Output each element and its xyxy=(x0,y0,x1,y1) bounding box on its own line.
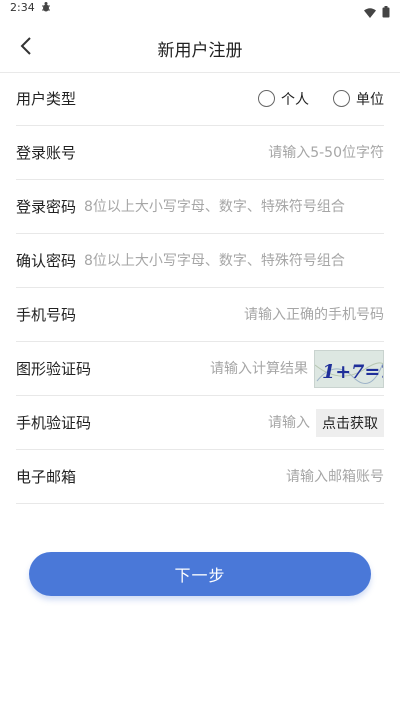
app-header: 新用户注册 xyxy=(0,18,400,73)
email-row: 电子邮箱 xyxy=(16,450,384,504)
radio-organization[interactable]: 单位 xyxy=(333,89,384,109)
email-input[interactable] xyxy=(76,458,384,495)
captcha-image[interactable]: 1+7=? xyxy=(314,349,384,388)
captcha-label: 图形验证码 xyxy=(16,360,92,378)
sms-code-input[interactable] xyxy=(91,404,310,441)
status-bar: 2:34 xyxy=(0,0,400,18)
confirm-password-input[interactable] xyxy=(84,242,384,279)
confirm-password-label: 确认密码 xyxy=(16,252,77,270)
radio-personal-label: 个人 xyxy=(281,91,309,108)
radio-personal[interactable]: 个人 xyxy=(258,89,309,109)
radio-circle-icon xyxy=(258,90,275,107)
phone-row: 手机号码 xyxy=(16,288,384,342)
captcha-row: 图形验证码 1+7=? xyxy=(16,342,384,396)
account-label: 登录账号 xyxy=(16,144,77,162)
phone-label: 手机号码 xyxy=(16,306,77,324)
user-type-row: 用户类型 个人 单位 xyxy=(16,72,384,126)
get-code-button[interactable]: 点击获取 xyxy=(316,408,384,437)
captcha-input[interactable] xyxy=(91,350,308,387)
email-label: 电子邮箱 xyxy=(16,468,77,486)
sms-code-row: 手机验证码 点击获取 xyxy=(16,396,384,450)
status-time: 2:34 xyxy=(10,1,35,14)
sms-code-label: 手机验证码 xyxy=(16,414,92,432)
user-type-radio-group: 个人 单位 xyxy=(258,89,384,109)
password-row: 登录密码 xyxy=(16,180,384,234)
account-row: 登录账号 xyxy=(16,126,384,180)
password-label: 登录密码 xyxy=(16,198,77,216)
confirm-password-row: 确认密码 xyxy=(16,234,384,288)
phone-input[interactable] xyxy=(76,296,384,333)
radio-organization-label: 单位 xyxy=(356,91,384,108)
account-input[interactable] xyxy=(76,134,384,171)
page-title: 新用户注册 xyxy=(157,41,243,61)
password-input[interactable] xyxy=(84,188,384,225)
registration-form: 用户类型 个人 单位 登录账号 登录密码 确认密码 手机号码 图形验证码 xyxy=(16,72,384,504)
next-step-button[interactable]: 下一步 xyxy=(29,552,371,596)
captcha-text: 1+7=? xyxy=(322,361,384,383)
bug-icon xyxy=(40,1,52,16)
user-type-label: 用户类型 xyxy=(16,90,77,108)
radio-circle-icon xyxy=(333,90,350,107)
